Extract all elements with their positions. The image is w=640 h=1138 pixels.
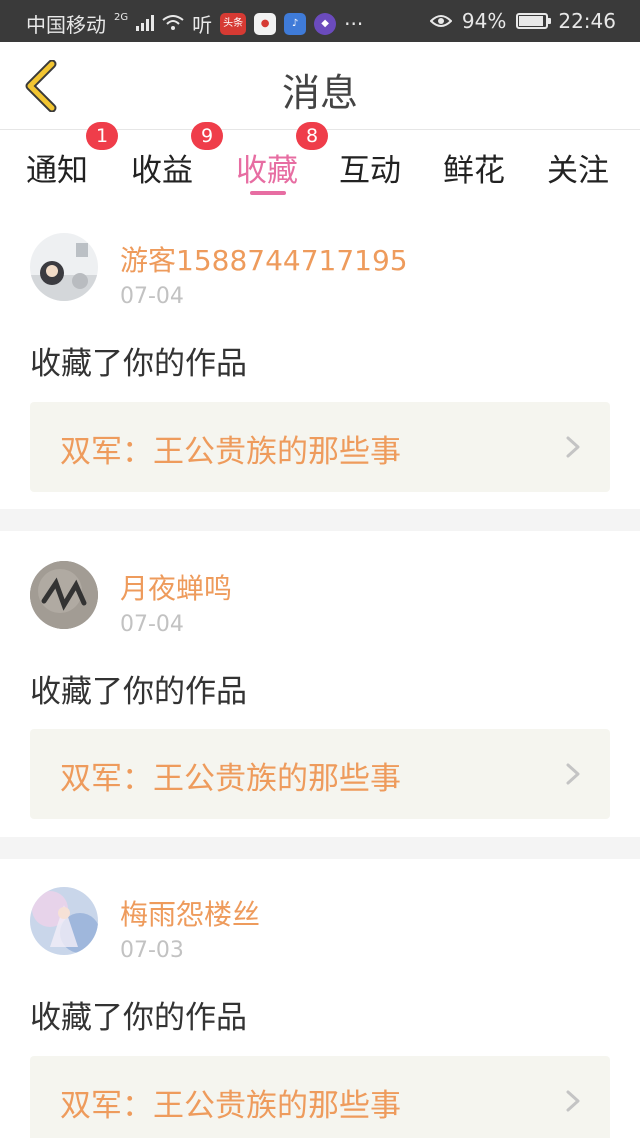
tab-interactions[interactable]: 互动 <box>339 145 401 190</box>
divider <box>0 509 640 531</box>
message-date: 07-03 <box>120 938 184 963</box>
battery-percent: 94% <box>461 9 507 33</box>
message-text: 收藏了你的作品 <box>30 1000 247 1036</box>
battery-icon <box>516 13 552 29</box>
message-item: 梅雨怨楼丝 07-03 收藏了你的作品 双军：王公贵族的那些事 <box>0 859 640 1138</box>
avatar[interactable] <box>30 233 98 301</box>
avatar[interactable] <box>30 887 98 955</box>
tab-earnings[interactable]: 收益 <box>131 145 193 190</box>
listen-app-icon: 听 <box>192 13 213 37</box>
tab-badge-notifications: 1 <box>86 122 118 150</box>
tab-label: 关注 <box>547 153 609 189</box>
app-notification-icon: ◆ <box>314 12 337 35</box>
username[interactable]: 游客1588744717195 <box>120 239 408 279</box>
work-title: 双军：王公贵族的那些事 <box>60 761 401 797</box>
tab-notifications[interactable]: 通知 <box>26 145 88 190</box>
message-date: 07-04 <box>120 284 184 309</box>
tab-label: 互动 <box>339 153 401 189</box>
username[interactable]: 梅雨怨楼丝 <box>120 893 260 933</box>
more-icon: ··· <box>344 11 364 36</box>
carrier-label: 中国移动 <box>26 13 106 37</box>
wifi-icon <box>162 12 184 36</box>
message-date: 07-04 <box>120 612 184 637</box>
chevron-right-icon <box>566 763 580 785</box>
signal-icon <box>136 12 155 36</box>
chevron-right-icon <box>566 1090 580 1112</box>
work-title: 双军：王公贵族的那些事 <box>60 434 401 470</box>
divider <box>0 837 640 859</box>
chevron-right-icon <box>566 436 580 458</box>
tab-label: 鲜花 <box>443 153 505 189</box>
tab-badge-favorites: 8 <box>296 122 328 150</box>
page-title: 消息 <box>281 71 358 115</box>
tab-favorites[interactable]: 收藏 <box>236 145 298 190</box>
network-type: 2G <box>114 11 129 23</box>
work-link[interactable]: 双军：王公贵族的那些事 <box>30 729 610 819</box>
work-link[interactable]: 双军：王公贵族的那些事 <box>30 402 610 492</box>
message-text: 收藏了你的作品 <box>30 346 247 382</box>
tab-badge-earnings: 9 <box>191 122 223 150</box>
tab-follows[interactable]: 关注 <box>547 145 609 190</box>
tab-bar: 通知 1 收益 9 收藏 8 互动 鲜花 关注 <box>0 122 640 203</box>
tab-flowers[interactable]: 鲜花 <box>443 145 505 190</box>
work-title: 双军：王公贵族的那些事 <box>60 1088 401 1124</box>
tab-label: 收益 <box>131 153 193 189</box>
message-text: 收藏了你的作品 <box>30 674 247 710</box>
username[interactable]: 月夜蝉鸣 <box>120 567 232 607</box>
top-nav-bar: 消息 <box>0 42 640 130</box>
map-pin-icon: ● <box>254 12 277 35</box>
tab-label: 通知 <box>26 153 88 189</box>
message-item: 月夜蝉鸣 07-04 收藏了你的作品 双军：王公贵族的那些事 <box>0 531 640 837</box>
active-tab-indicator <box>250 191 286 195</box>
clock: 22:46 <box>558 9 616 33</box>
status-bar: 中国移动 2G 听 头条 ● ♪ ◆ ··· 94% 22:46 <box>0 0 640 42</box>
music-icon: ♪ <box>284 12 307 35</box>
message-item: 游客1588744717195 07-04 收藏了你的作品 双军：王公贵族的那些… <box>0 205 640 509</box>
work-link[interactable]: 双军：王公贵族的那些事 <box>30 1056 610 1138</box>
tab-label: 收藏 <box>236 153 298 189</box>
eye-icon <box>429 9 453 33</box>
news-app-icon: 头条 <box>220 12 247 35</box>
avatar[interactable] <box>30 561 98 629</box>
